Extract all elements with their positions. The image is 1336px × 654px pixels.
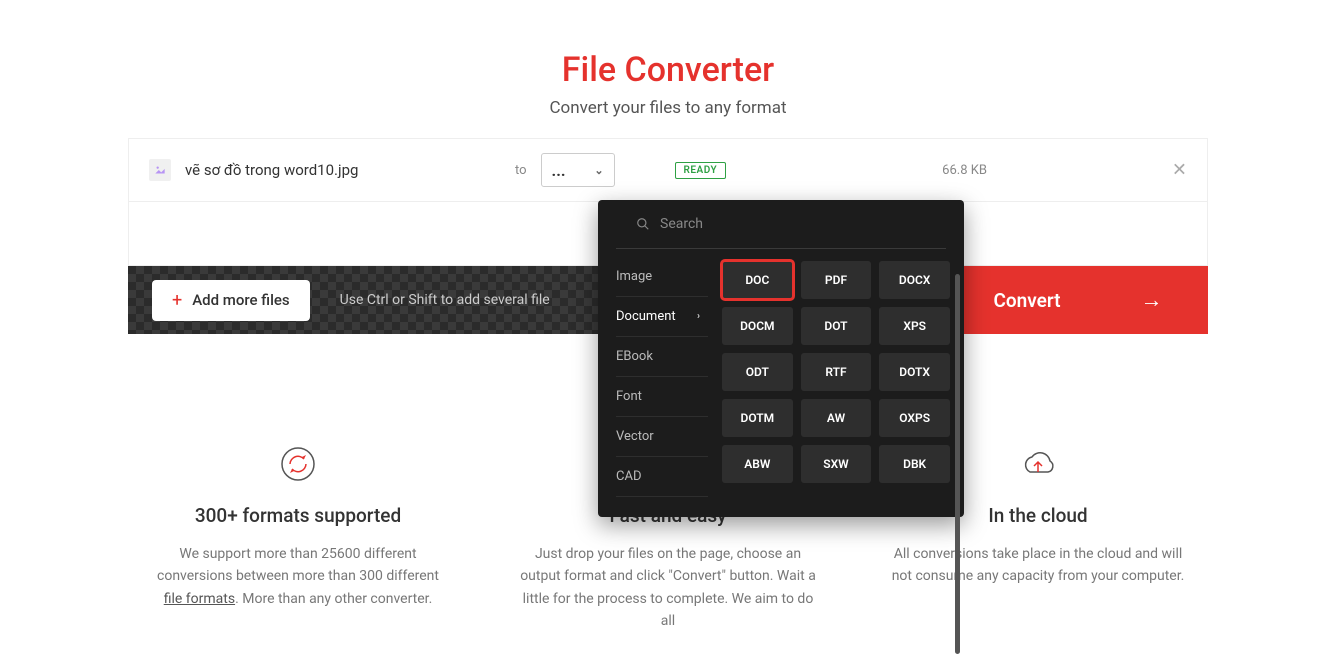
scrollbar[interactable] (955, 274, 960, 654)
file-formats-link[interactable]: file formats (164, 591, 235, 607)
convert-button[interactable]: Convert → (948, 266, 1208, 334)
feature-desc: We support more than 25600 different con… (148, 543, 448, 610)
format-grid: DOCPDFDOCX DOCMDOTXPS ODTRTFDOTX DOTMAWOXPS… (708, 257, 964, 497)
plus-icon: + (172, 290, 182, 311)
format-xps[interactable]: XPS (879, 307, 950, 345)
refresh-icon (278, 444, 318, 484)
file-name: vẽ sơ đồ trong word10.jpg (185, 161, 515, 179)
format-pdf[interactable]: PDF (801, 261, 872, 299)
chevron-right-icon: › (697, 311, 700, 322)
page-subtitle: Convert your files to any format (0, 98, 1336, 118)
format-docm[interactable]: DOCM (722, 307, 793, 345)
search-icon (636, 217, 650, 231)
format-docx[interactable]: DOCX (879, 261, 950, 299)
add-more-label: Add more files (192, 291, 289, 309)
format-dotx[interactable]: DOTX (879, 353, 950, 391)
search-row (616, 200, 946, 249)
hint-text: Use Ctrl or Shift to add several file (340, 292, 550, 308)
category-list: ImageDocument›EBookFontVectorCAD (598, 257, 708, 497)
format-abw[interactable]: ABW (722, 445, 793, 483)
format-select-value: ... (552, 161, 566, 180)
format-odt[interactable]: ODT (722, 353, 793, 391)
file-size: 66.8 KB (942, 163, 987, 178)
format-dot[interactable]: DOT (801, 307, 872, 345)
feature-formats: 300+ formats supported We support more t… (148, 444, 448, 633)
category-cad[interactable]: CAD (616, 457, 708, 497)
format-doc[interactable]: DOC (722, 261, 793, 299)
format-oxps[interactable]: OXPS (879, 399, 950, 437)
close-icon[interactable]: ✕ (1172, 160, 1187, 181)
category-vector[interactable]: Vector (616, 417, 708, 457)
category-image[interactable]: Image (616, 257, 708, 297)
format-dropdown: ImageDocument›EBookFontVectorCAD DOCPDFD… (598, 200, 964, 517)
category-document[interactable]: Document› (616, 297, 708, 337)
chevron-down-icon: ⌄ (594, 164, 603, 177)
to-label: to (515, 163, 527, 178)
feature-title: 300+ formats supported (148, 504, 448, 527)
format-select[interactable]: ... ⌄ (541, 153, 615, 187)
cloud-upload-icon (1018, 444, 1058, 484)
page-title: File Converter (0, 50, 1336, 90)
arrow-right-icon: → (1141, 287, 1163, 313)
file-row: vẽ sơ đồ trong word10.jpg to ... ⌄ READY… (128, 138, 1208, 202)
add-more-button[interactable]: + Add more files (152, 280, 310, 321)
feature-desc: All conversions take place in the cloud … (888, 543, 1188, 588)
format-sxw[interactable]: SXW (801, 445, 872, 483)
format-dbk[interactable]: DBK (879, 445, 950, 483)
feature-desc: Just drop your files on the page, choose… (518, 543, 818, 633)
image-file-icon (149, 159, 171, 181)
category-ebook[interactable]: EBook (616, 337, 708, 377)
search-input[interactable] (660, 216, 926, 232)
format-dotm[interactable]: DOTM (722, 399, 793, 437)
status-badge: READY (675, 162, 727, 179)
category-font[interactable]: Font (616, 377, 708, 417)
format-aw[interactable]: AW (801, 399, 872, 437)
format-rtf[interactable]: RTF (801, 353, 872, 391)
convert-label: Convert (993, 289, 1060, 312)
